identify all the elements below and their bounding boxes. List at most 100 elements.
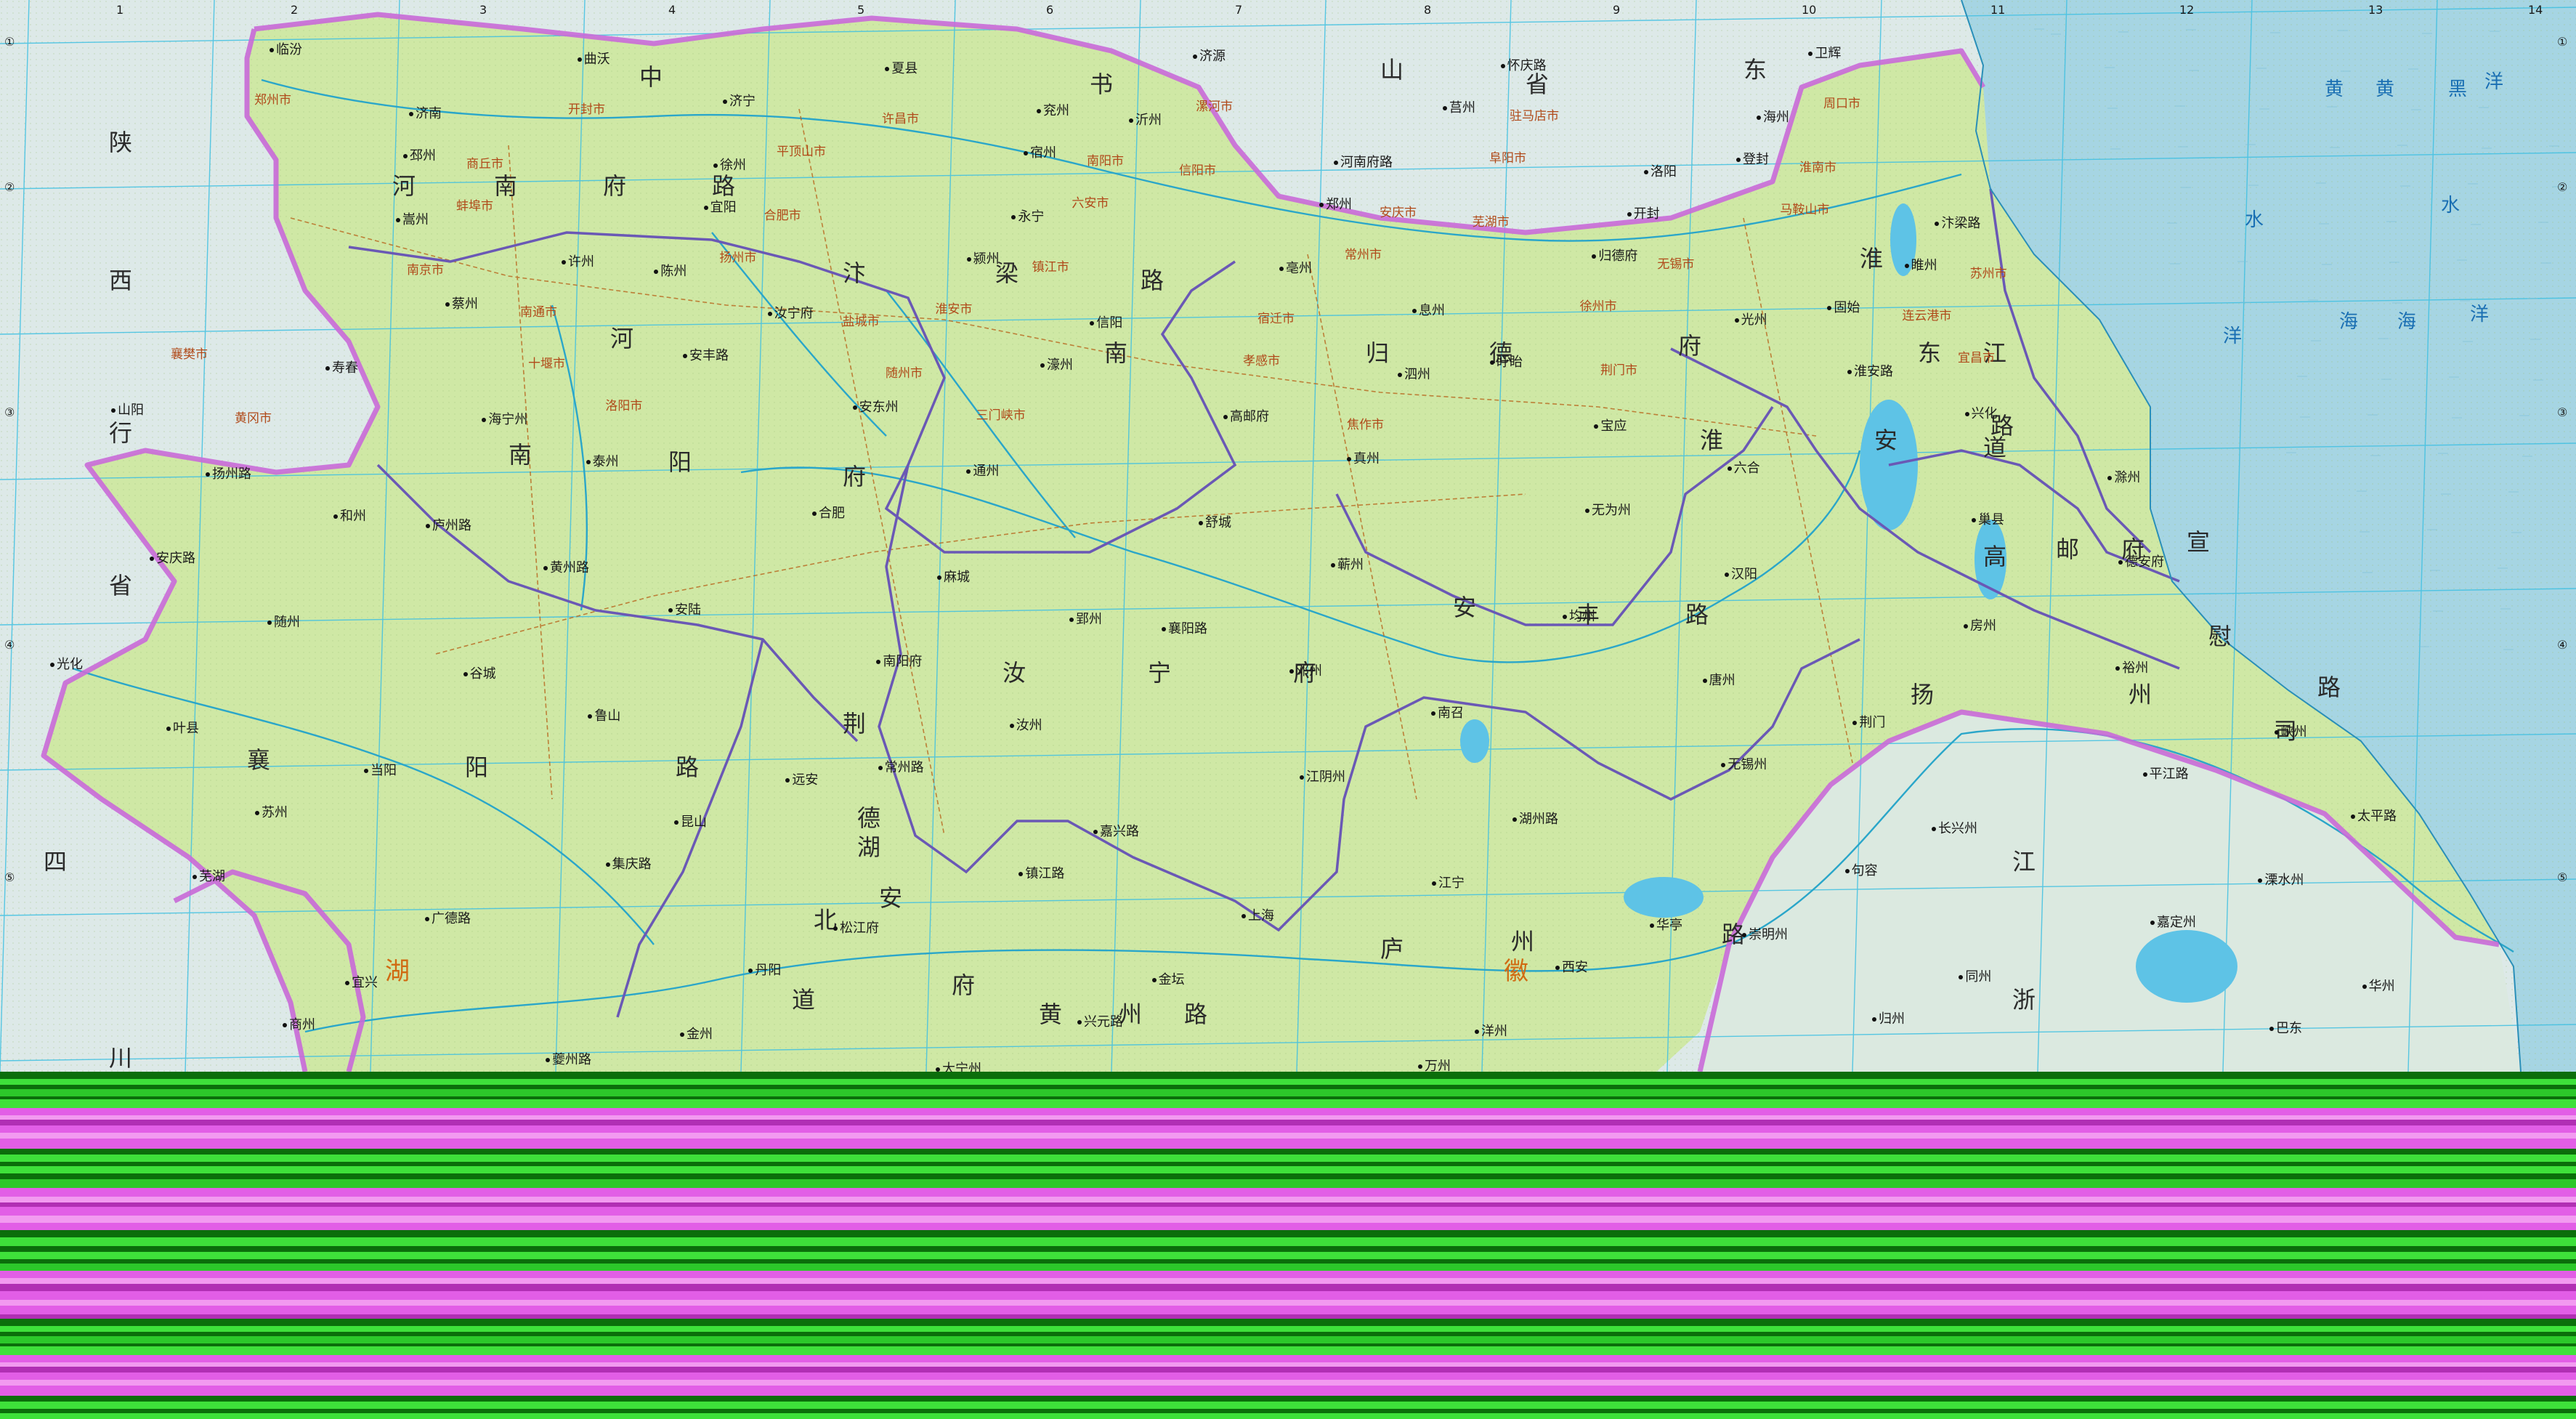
city-label: 常州路 — [884, 760, 924, 775]
city-marker — [852, 405, 857, 410]
city-label: 济源 — [1199, 49, 1226, 64]
city-marker — [1009, 724, 1014, 728]
region-label: 州 — [1511, 928, 1536, 955]
sea-label: 海 — [2339, 311, 2359, 333]
city-label: 汝宁府 — [774, 306, 814, 321]
city-marker — [364, 769, 368, 773]
region-label: 州 — [2129, 681, 2154, 708]
modern-city-label: 淮南市 — [1799, 161, 1836, 175]
city-label: 荆门 — [1859, 715, 1886, 730]
city-marker — [1585, 509, 1589, 513]
city-marker — [1193, 54, 1197, 59]
region-label: 黄 — [1039, 1000, 1064, 1028]
region-label: 阳 — [668, 448, 694, 476]
city-label: 襄阳路 — [1168, 621, 1207, 636]
city-label: 南召 — [1438, 706, 1464, 721]
city-marker — [1024, 151, 1028, 155]
grid-row-number: ① — [4, 35, 15, 49]
modern-city-label: 信阳市 — [1179, 163, 1216, 178]
region-label: 东 — [1743, 56, 1769, 84]
grid-column-number: 3 — [479, 3, 487, 17]
modern-city-label: 襄樊市 — [171, 347, 208, 362]
region-label: 浙 — [2012, 986, 2038, 1014]
glitch-stripe — [0, 1246, 2576, 1252]
region-label: 淮 — [1860, 245, 1885, 272]
glitch-stripe — [0, 1332, 2576, 1336]
grid-row-number: ⑤ — [2557, 870, 2568, 884]
glitch-stripe — [0, 1149, 2576, 1155]
city-label: 安陆 — [675, 602, 701, 618]
region-label: 山 — [1380, 56, 1406, 84]
glitch-stripe — [0, 1133, 2576, 1139]
city-label: 濠州 — [1047, 357, 1073, 373]
city-marker — [1932, 827, 1936, 831]
city-marker — [1702, 679, 1707, 683]
modern-city-label: 合肥市 — [764, 209, 801, 223]
city-label: 唐州 — [1709, 673, 1735, 688]
city-marker — [605, 862, 610, 867]
city-marker — [325, 366, 330, 371]
city-label: 郢州 — [1076, 612, 1102, 627]
region-label: 路 — [1184, 1000, 1210, 1028]
city-label: 邓州 — [1296, 663, 1322, 679]
city-label: 镇江路 — [1025, 866, 1065, 881]
city-marker — [1844, 869, 1850, 873]
region-label: 庐 — [1380, 935, 1406, 963]
city-label: 江宁 — [1438, 876, 1465, 891]
city-label: 盱眙 — [1496, 355, 1523, 370]
region-label: 南 — [509, 441, 534, 469]
glitch-stripe — [0, 1336, 2576, 1343]
city-marker — [1129, 118, 1133, 123]
region-label: 汝 — [1003, 659, 1028, 687]
region-label: 高 — [1983, 543, 2009, 570]
city-marker — [166, 727, 171, 731]
modern-city-label: 镇江市 — [1032, 260, 1069, 275]
glitch-stripe — [0, 1355, 2576, 1362]
grid-column-number: 9 — [1613, 3, 1621, 17]
glitch-stripe — [0, 1372, 2576, 1380]
glitch-stripe — [0, 1202, 2576, 1207]
city-marker — [1151, 978, 1157, 982]
city-label: 泗州 — [1404, 367, 1430, 382]
city-marker — [1432, 881, 1436, 886]
city-label: 郑州 — [1326, 197, 1352, 212]
grid-row-number: ④ — [4, 638, 15, 652]
glitch-stripe — [0, 1314, 2576, 1319]
city-marker — [713, 163, 718, 168]
city-marker — [1199, 521, 1203, 525]
city-label: 扬州路 — [212, 466, 251, 482]
city-label: 当阳 — [370, 763, 397, 778]
modern-city-label: 孝感市 — [1243, 354, 1280, 368]
region-label: 邮 — [2056, 535, 2081, 563]
city-marker — [966, 257, 971, 262]
region-label: 道 — [1983, 434, 2009, 461]
sea-label: 黄 — [2375, 78, 2395, 100]
modern-city-label: 宜昌市 — [1958, 351, 1995, 365]
city-marker — [812, 512, 817, 516]
city-label: 通州 — [973, 464, 1000, 479]
region-label: 河 — [610, 325, 636, 352]
grid-column-number: 1 — [116, 3, 124, 17]
grid-column-number: 13 — [2368, 3, 2383, 17]
modern-city-label: 马鞍山市 — [1780, 203, 1830, 217]
grid-column-number: 2 — [291, 3, 299, 17]
glitch-stripe — [0, 1386, 2576, 1396]
city-marker — [562, 260, 566, 264]
modern-city-label: 常州市 — [1345, 248, 1382, 262]
city-label: 麻城 — [944, 570, 970, 585]
city-label: 莒州 — [1449, 100, 1475, 116]
province-label-orange: 徽 — [1504, 957, 1528, 986]
city-label: 舒城 — [1205, 515, 1231, 530]
region-label: 江 — [2012, 848, 2038, 876]
region-label: 四 — [44, 848, 69, 876]
grid-column-number: 8 — [1424, 3, 1432, 17]
city-label: 峡州 — [2280, 724, 2307, 740]
city-label: 临汾 — [276, 42, 302, 57]
region-label: 德 — [857, 804, 883, 832]
city-label: 海州 — [1763, 110, 1789, 125]
city-marker — [425, 917, 429, 921]
city-marker — [723, 100, 727, 104]
region-label: 路 — [676, 753, 701, 781]
city-label: 邳州 — [410, 148, 436, 163]
city-marker — [1077, 1020, 1082, 1024]
